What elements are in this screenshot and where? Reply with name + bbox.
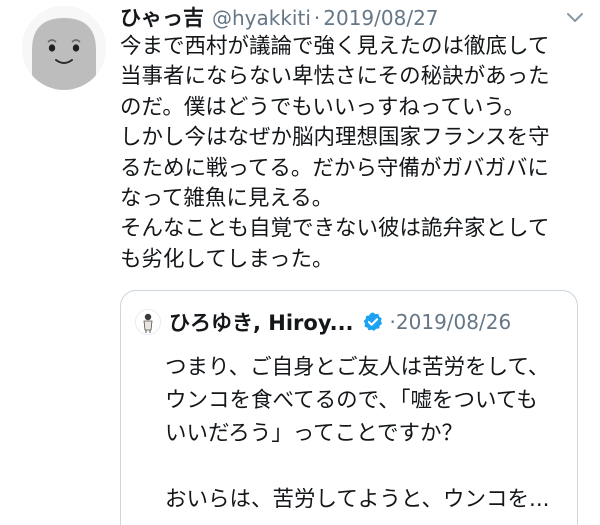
- quoted-text-line: おいらは、苦労してようと、ウンコを...: [165, 487, 550, 512]
- default-face-avatar-icon: [22, 6, 106, 90]
- verified-badge-icon: [363, 312, 382, 331]
- quoted-tweet-header: ひろゆき, Hiroy... · 2019/08/26: [135, 307, 511, 337]
- tweet-text-line: も劣化してしまった。: [120, 246, 334, 272]
- tweet: ひゃっ吉 @hyakkiti · 2019/08/27 今まで西村が議論で強く見…: [0, 0, 600, 525]
- quoted-text-line: つまり、ご自身とご友人は苦労をして、: [165, 355, 550, 380]
- quoted-tweet-card[interactable]: ひろゆき, Hiroy... · 2019/08/26 つまり、ご自身とご友人は…: [120, 290, 578, 525]
- quoted-user-avatar: [135, 309, 161, 335]
- tweet-text-line: 今まで西村が議論で強く見えたのは徹底して: [120, 34, 550, 59]
- tweet-text-line: しかし今はなぜか脳内理想国家フランスを守: [120, 125, 550, 151]
- tweet-text-line: るために戦ってる。だから守備がガバガバに: [120, 155, 549, 181]
- display-name[interactable]: ひゃっ吉: [120, 2, 204, 32]
- user-handle[interactable]: @hyakkiti: [212, 6, 311, 30]
- quoted-tweet-text: つまり、ご自身とご友人は苦労をして、 ウンコを食べてるので、「嘘をついても いい…: [165, 351, 569, 516]
- tweet-text-line: のだ。僕はどうでもいいっすねっていう。: [120, 94, 526, 120]
- person-figure-avatar-icon: [143, 313, 153, 333]
- tweet-date[interactable]: 2019/08/27: [323, 6, 438, 30]
- tweet-text-line: なって雑魚に見える。: [120, 186, 334, 212]
- tweet-text-line: 当事者にならない卑怯さにその秘訣があった: [120, 64, 550, 90]
- quoted-text-line: [165, 450, 569, 483]
- user-avatar[interactable]: [22, 6, 106, 90]
- tweet-text: 今まで西村が議論で強く見えたのは徹底して 当事者にならない卑怯さにその秘訣があっ…: [120, 32, 590, 275]
- tweet-header: ひゃっ吉 @hyakkiti · 2019/08/27: [120, 2, 439, 32]
- quoted-tweet-date: 2019/08/26: [395, 310, 512, 334]
- quoted-display-name: ひろゆき, Hiroy...: [169, 311, 354, 335]
- quoted-text-line: いいだろう」ってことですか？: [165, 421, 463, 446]
- tweet-text-line: そんなことも自覚できない彼は詭弁家として: [120, 216, 550, 242]
- header-separator: ·: [313, 6, 321, 30]
- chevron-down-icon[interactable]: [564, 6, 586, 28]
- quoted-text-line: ウンコを食べてるので、「嘘をついても: [165, 388, 538, 413]
